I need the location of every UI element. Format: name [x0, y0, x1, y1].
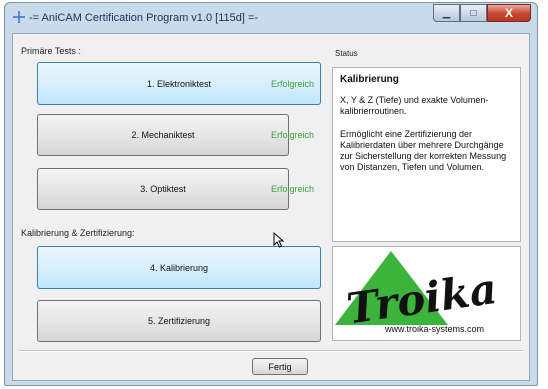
- electronics-test-result: Erfolgreich: [271, 79, 315, 89]
- status-label: Status: [335, 49, 358, 58]
- mechanics-test-result: Erfolgreich: [271, 130, 315, 140]
- mouse-cursor-icon: [273, 232, 285, 248]
- company-logo-panel: Troika www.troika-systems.com: [332, 246, 521, 341]
- calibration-button[interactable]: 4. Kalibrierung: [37, 246, 321, 289]
- logo-url: www.troika-systems.com: [384, 324, 484, 334]
- title-bar[interactable]: -= AniCAM Certification Program v1.0 [11…: [5, 3, 537, 33]
- optics-test-result: Erfolgreich: [271, 184, 315, 194]
- troika-logo: Troika www.troika-systems.com: [335, 251, 500, 334]
- minimize-button[interactable]: ▁: [433, 4, 460, 22]
- status-heading: Kalibrierung: [340, 74, 399, 85]
- optics-test-button[interactable]: 3. Optiktest: [37, 168, 289, 210]
- calibration-section-label: Kalibrierung & Zertifizierung:: [21, 228, 135, 238]
- primary-tests-label: Primäre Tests :: [21, 46, 81, 56]
- logo-wordmark: Troika: [344, 264, 500, 333]
- status-panel: Kalibrierung X, Y & Z (Tiefe) und exakte…: [332, 67, 521, 242]
- maximize-button[interactable]: □: [460, 4, 487, 22]
- app-window: -= AniCAM Certification Program v1.0 [11…: [4, 2, 538, 386]
- status-paragraph-1: X, Y & Z (Tiefe) und exakte Volumen-kali…: [340, 95, 489, 116]
- client-area: Primäre Tests : Status 1. Elektroniktest…: [12, 33, 530, 381]
- close-button[interactable]: X: [487, 4, 531, 22]
- footer-separator: [19, 350, 523, 352]
- app-icon: [13, 11, 25, 23]
- done-button[interactable]: Fertig: [252, 358, 308, 375]
- status-paragraph-2: Ermöglicht eine Zertifizierung der Kalib…: [340, 129, 507, 172]
- certification-button[interactable]: 5. Zertifizierung: [37, 300, 321, 342]
- mechanics-test-button[interactable]: 2. Mechaniktest: [37, 114, 289, 156]
- window-title: -= AniCAM Certification Program v1.0 [11…: [29, 12, 259, 24]
- caption-buttons: ▁ □ X: [433, 4, 531, 23]
